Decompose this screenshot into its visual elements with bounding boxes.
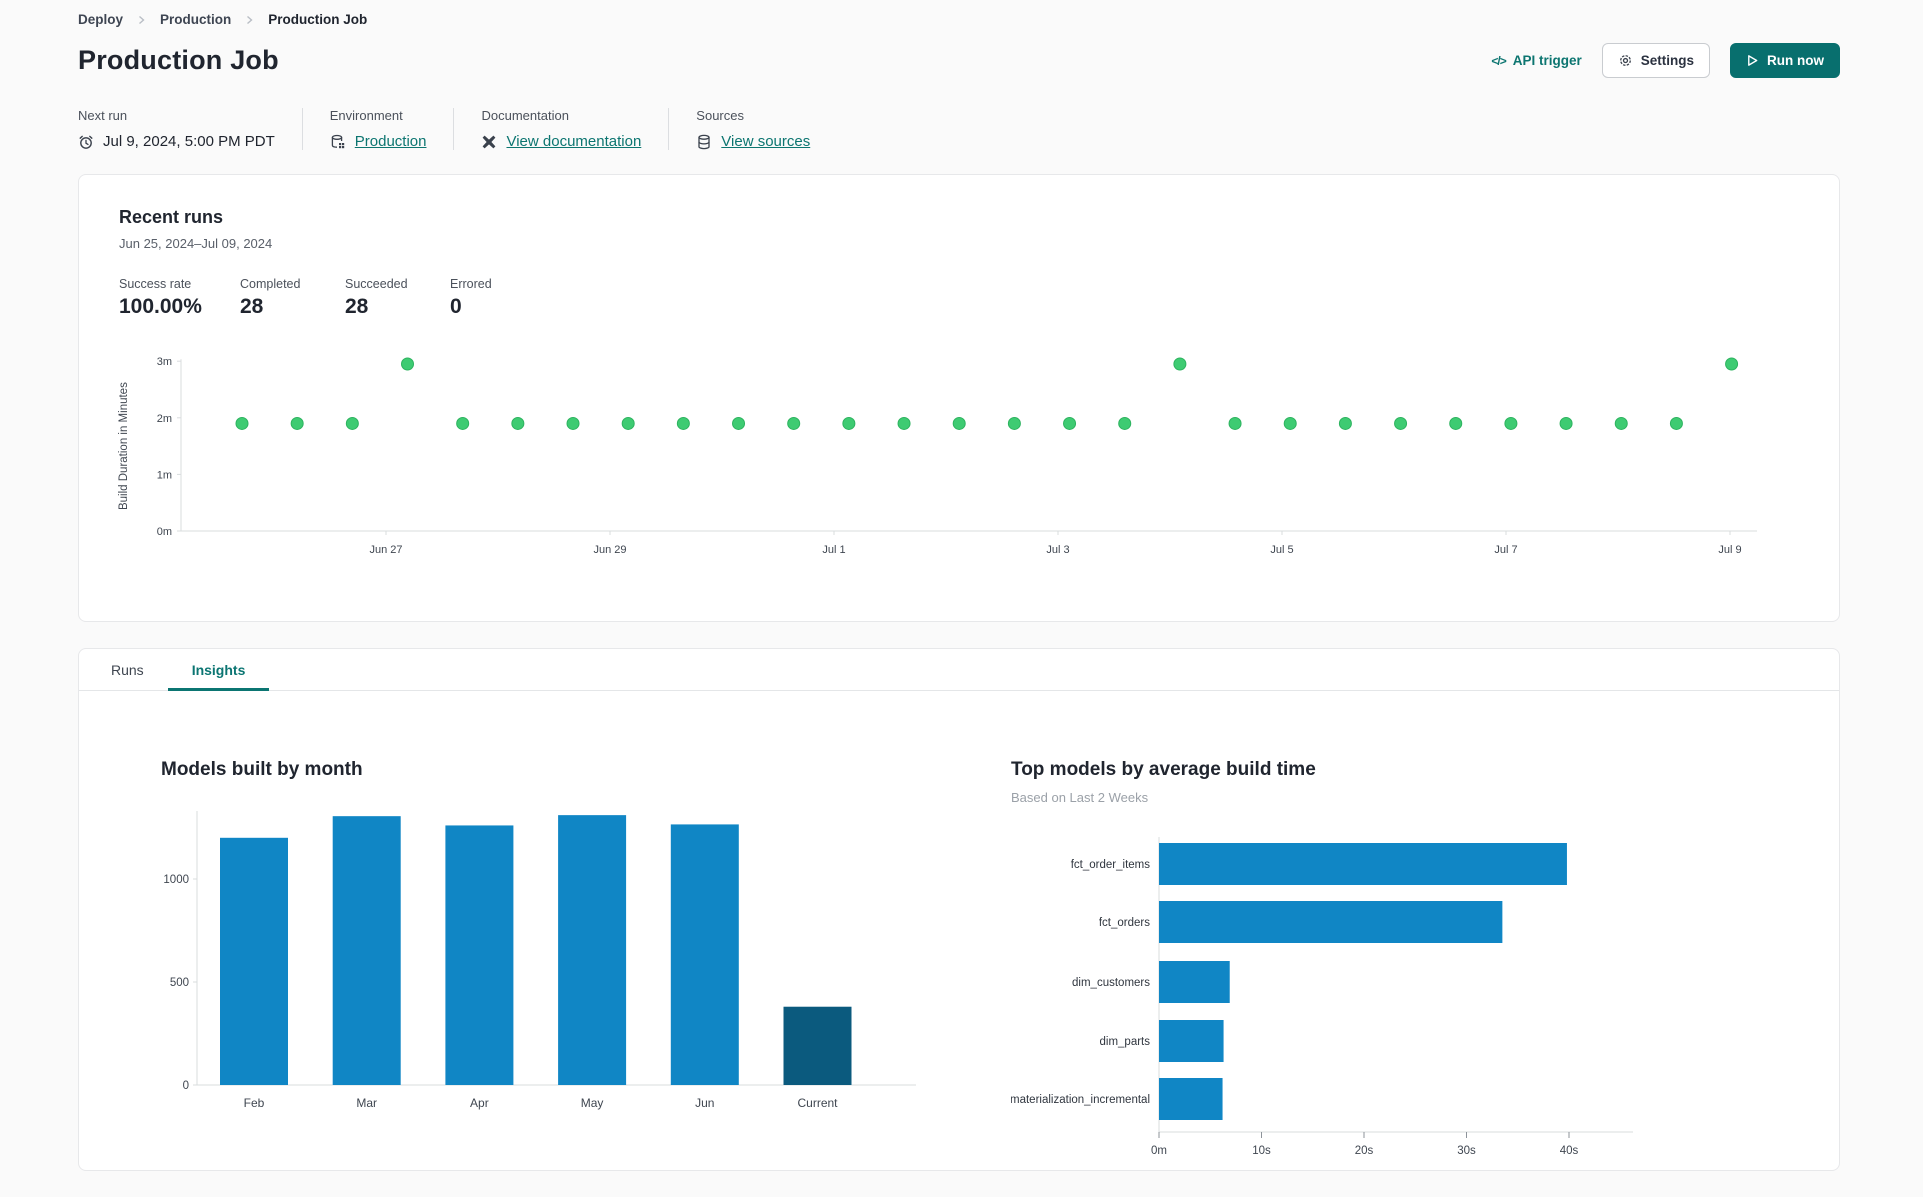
meta-documentation: Documentation View documentation — [453, 108, 668, 150]
svg-text:Apr: Apr — [470, 1096, 489, 1110]
page: Deploy Production Production Job Product… — [0, 0, 1923, 1171]
dbt-docs-icon — [481, 134, 497, 150]
page-title: Production Job — [78, 45, 279, 75]
code-icon: </> — [1491, 53, 1506, 68]
gear-icon — [1618, 53, 1633, 68]
svg-text:fct_orders: fct_orders — [1099, 917, 1150, 929]
alarm-clock-icon — [78, 134, 94, 150]
top-models-subtitle: Based on Last 2 Weeks — [1011, 790, 1149, 805]
svg-text:Build Duration in Minutes: Build Duration in Minutes — [118, 382, 130, 510]
svg-text:May: May — [581, 1096, 604, 1110]
recent-runs-title: Recent runs — [119, 207, 224, 227]
meta-environment: Environment Production — [301, 108, 454, 150]
documentation-label: Documentation — [481, 108, 569, 123]
stat-completed: Completed 28 — [240, 277, 301, 318]
view-sources-link[interactable]: View sources — [721, 133, 810, 150]
svg-text:Jul 5: Jul 5 — [1270, 544, 1293, 556]
job-detail-card: Runs Insights Models built by month 0 500… — [78, 648, 1840, 1171]
svg-text:1000: 1000 — [163, 874, 189, 886]
top-models-chart: fct_order_items fct_orders dim_customersdi… — [1010, 837, 1633, 1157]
play-icon — [1746, 54, 1759, 67]
svg-text:20s: 20s — [1355, 1145, 1374, 1157]
chevron-right-icon — [245, 15, 254, 25]
svg-text:Jun: Jun — [695, 1096, 714, 1110]
svg-text:1m: 1m — [157, 469, 172, 481]
svg-text:dim_parts: dim_parts — [1100, 1036, 1151, 1048]
models-by-month-title: Models built by month — [161, 759, 363, 780]
svg-text:fct_order_items: fct_order_items — [1071, 859, 1151, 871]
svg-text:Jun 27: Jun 27 — [369, 544, 402, 556]
stat-errored: Errored 0 — [450, 277, 492, 318]
next-run-label: Next run — [78, 108, 128, 123]
svg-text:dim_customers: dim_customers — [1072, 977, 1150, 989]
svg-text:Feb: Feb — [244, 1096, 265, 1110]
page-header: Production Job </> API trigger Settings — [78, 43, 1840, 78]
breadcrumb-deploy[interactable]: Deploy — [78, 12, 123, 27]
svg-text:10s: 10s — [1252, 1145, 1271, 1157]
svg-text:2m: 2m — [157, 413, 172, 425]
chevron-right-icon — [137, 15, 146, 25]
environment-icon — [330, 134, 346, 150]
svg-text:500: 500 — [170, 977, 189, 989]
breadcrumb-production-job: Production Job — [268, 12, 368, 27]
svg-text:Jun 29: Jun 29 — [593, 544, 626, 556]
models-by-month-chart: 0 500 1000 Feb Mar Apr May Jun Current — [163, 811, 916, 1110]
svg-text:Jul 7: Jul 7 — [1494, 544, 1517, 556]
tab-bar: Runs Insights — [79, 649, 1839, 691]
svg-text:materialization_incremental: materialization_incremental — [1011, 1094, 1150, 1106]
top-models-block: Top models by average build time Based o… — [1010, 759, 1691, 1164]
breadcrumb: Deploy Production Production Job — [78, 0, 1840, 27]
run-now-button[interactable]: Run now — [1730, 43, 1840, 78]
sources-label: Sources — [696, 108, 744, 123]
environment-link[interactable]: Production — [355, 133, 427, 150]
svg-text:Jul 1: Jul 1 — [822, 544, 845, 556]
header-actions: </> API trigger Settings Run now — [1491, 43, 1840, 78]
api-trigger-label: API trigger — [1512, 53, 1582, 68]
environment-label: Environment — [329, 108, 403, 123]
settings-button[interactable]: Settings — [1601, 43, 1710, 78]
top-models-title: Top models by average build time — [1011, 759, 1316, 780]
svg-text:Current: Current — [797, 1096, 838, 1110]
stat-succeeded: Succeeded 28 — [345, 277, 408, 318]
recent-runs-card: Recent runs Jun 25, 2024–Jul 09, 2024 Su… — [78, 174, 1840, 622]
tab-runs[interactable]: Runs — [87, 649, 168, 691]
meta-sources: Sources View sources — [668, 108, 837, 150]
svg-text:0m: 0m — [157, 526, 172, 538]
svg-text:0m: 0m — [1151, 1145, 1167, 1157]
svg-text:0: 0 — [183, 1080, 189, 1092]
svg-text:3m: 3m — [157, 356, 172, 368]
stat-success-rate: Success rate 100.00% — [119, 277, 202, 318]
api-trigger-link[interactable]: </> API trigger — [1491, 53, 1581, 68]
svg-text:Mar: Mar — [356, 1096, 377, 1110]
recent-runs-stats: Success rate 100.00% Completed 28 Succee… — [119, 277, 1839, 319]
breadcrumb-production[interactable]: Production — [160, 12, 231, 27]
tab-insights[interactable]: Insights — [167, 649, 270, 691]
svg-text:Jul 9: Jul 9 — [1718, 544, 1741, 556]
build-duration-chart-wrap: 0m 1m 2m 3m Build Duration in Minutes Jun 27 J… — [97, 347, 1839, 582]
svg-text:40s: 40s — [1560, 1145, 1579, 1157]
recent-runs-date-range: Jun 25, 2024–Jul 09, 2024 — [119, 236, 273, 251]
database-icon — [696, 134, 712, 150]
settings-label: Settings — [1640, 53, 1694, 68]
run-now-label: Run now — [1767, 53, 1824, 68]
next-run-value: Jul 9, 2024, 5:00 PM PDT — [103, 133, 275, 150]
job-meta-row: Next run Jul 9, 2024, 5:00 PM PDT Enviro… — [78, 108, 1840, 150]
meta-next-run: Next run Jul 9, 2024, 5:00 PM PDT — [78, 108, 302, 150]
svg-text:Jul 3: Jul 3 — [1046, 544, 1069, 556]
models-by-month-block: Models built by month 0 500 1000 Feb Mar Apr M… — [161, 759, 931, 1164]
insights-panel: Models built by month 0 500 1000 Feb Mar Apr M… — [79, 691, 1839, 1164]
recent-runs-chart: 0m 1m 2m 3m Build Duration in Minutes Jun 27 J… — [118, 356, 1757, 556]
view-documentation-link[interactable]: View documentation — [506, 133, 641, 150]
svg-text:30s: 30s — [1457, 1145, 1476, 1157]
